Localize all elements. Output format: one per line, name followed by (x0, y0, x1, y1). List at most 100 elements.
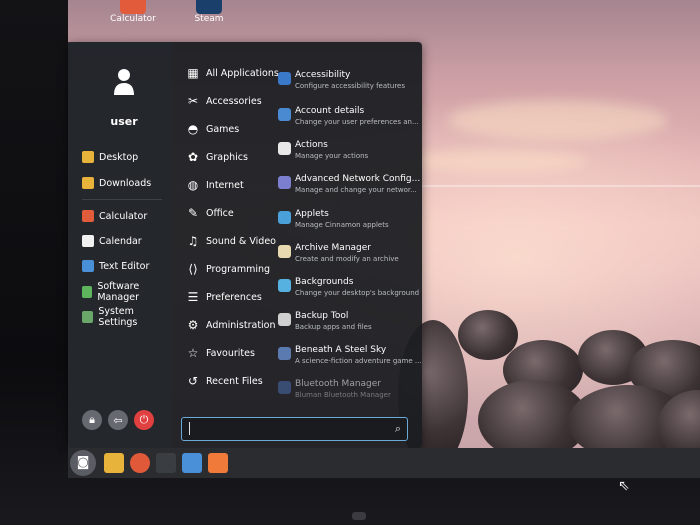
grid-icon: ▦ (187, 66, 199, 80)
applets-icon (278, 211, 291, 224)
logout-button[interactable]: ⇦ (108, 410, 128, 430)
category-label: Games (206, 123, 240, 135)
app-accessibility[interactable]: Accessibility Configure accessibility fea… (278, 70, 418, 98)
favorite-system-settings[interactable]: System Settings (82, 306, 172, 328)
steam-icon (196, 0, 222, 14)
app-description: Change your user preferences an... (295, 118, 419, 126)
category-label: Accessories (206, 95, 262, 107)
app-name: Archive Manager (295, 243, 371, 253)
code-icon: ⟨⟩ (188, 262, 198, 276)
category-label: Preferences (206, 291, 262, 303)
app-description: Configure accessibility features (295, 82, 405, 90)
app-bluetooth-manager[interactable]: Bluetooth Manager Bluman Bluetooth Manage… (278, 379, 418, 407)
app-backgrounds[interactable]: Backgrounds Change your desktop's backgro… (278, 277, 419, 305)
lock-button[interactable]: 🔒︎ (82, 410, 102, 430)
brave-launcher[interactable] (208, 453, 228, 473)
settings-icon (82, 311, 94, 323)
favorite-software-manager[interactable]: Software Manager (82, 281, 172, 303)
category-label: Office (206, 207, 234, 219)
category-preferences[interactable]: ☰ Preferences (186, 288, 262, 306)
favorite-label: System Settings (98, 306, 138, 328)
category-internet[interactable]: ◍ Internet (186, 176, 244, 194)
app-description: Backup apps and files (295, 323, 372, 331)
desktop-icon-label: Steam (194, 14, 224, 24)
app-account-details[interactable]: Account details Change your user preferen… (278, 106, 419, 134)
network-icon (278, 176, 291, 189)
media-icon: ♫ (187, 234, 199, 248)
app-description: Bluman Bluetooth Manager (295, 391, 391, 399)
app-actions[interactable]: Actions Manage your actions (278, 140, 418, 168)
globe-icon: ◍ (187, 178, 199, 192)
preferences-icon: ☰ (187, 290, 199, 304)
app-description: Manage your actions (295, 152, 369, 160)
app-beneath-a-steel-sky[interactable]: Beneath A Steel Sky A science-fiction adv… (278, 345, 422, 373)
favorite-calendar[interactable]: Calendar (82, 233, 142, 249)
place-downloads[interactable]: Downloads (82, 175, 151, 191)
favorite-calculator[interactable]: Calculator (82, 208, 147, 224)
category-recent-files[interactable]: ↺ Recent Files (186, 372, 263, 390)
favorite-label: Text Editor (99, 260, 150, 272)
taskbar: ◙ (68, 448, 700, 478)
app-backup-tool[interactable]: Backup Tool Backup apps and files (278, 311, 418, 339)
shutdown-button[interactable]: ⏻ (134, 410, 154, 430)
app-name: Accessibility (295, 70, 351, 80)
category-label: Sound & Video (206, 235, 276, 247)
desktop-icon-calculator[interactable]: Calculator (98, 0, 168, 24)
menu-sidebar: user Desktop Downloads Calculator Calend… (68, 42, 172, 448)
calendar-icon (82, 235, 94, 247)
text-editor-launcher[interactable] (182, 453, 202, 473)
place-desktop[interactable]: Desktop (82, 149, 138, 165)
wallpaper-cloud (448, 100, 668, 140)
power-icon: ⏻ (139, 413, 149, 426)
category-programming[interactable]: ⟨⟩ Programming (186, 260, 270, 278)
category-label: Graphics (206, 151, 248, 163)
app-description: Create and modify an archive (295, 255, 399, 263)
place-label: Desktop (99, 151, 139, 163)
category-games[interactable]: ◓ Games (186, 120, 239, 138)
hp-logo (352, 512, 366, 520)
app-name: Advanced Network Config... (295, 174, 421, 184)
favorite-label: Software Manager (97, 281, 140, 303)
app-applets[interactable]: Applets Manage Cinnamon applets (278, 209, 418, 237)
category-label: Internet (206, 179, 244, 191)
graphics-icon: ✿ (187, 150, 199, 164)
category-favourites[interactable]: ☆ Favourites (186, 344, 255, 362)
software-launcher[interactable] (130, 453, 150, 473)
app-description: A science-fiction adventure game ... (295, 357, 422, 365)
app-name: Bluetooth Manager (295, 379, 382, 389)
app-archive-manager[interactable]: Archive Manager Create and modify an arch… (278, 243, 418, 271)
gear-icon: ⚙ (187, 318, 199, 332)
gamepad-icon: ◓ (187, 122, 199, 136)
app-name: Account details (295, 106, 365, 116)
app-name: Beneath A Steel Sky (295, 345, 387, 355)
bluetooth-icon (278, 381, 291, 394)
menu-button[interactable]: ◙ (70, 450, 96, 476)
desktop-icon-label: Calculator (110, 14, 156, 24)
app-name: Actions (295, 140, 328, 150)
application-menu: user Desktop Downloads Calculator Calend… (68, 42, 422, 448)
desktop-icon-steam[interactable]: Steam (174, 0, 244, 24)
category-graphics[interactable]: ✿ Graphics (186, 148, 248, 166)
backup-icon (278, 313, 291, 326)
terminal-launcher[interactable] (156, 453, 176, 473)
files-launcher[interactable] (104, 453, 124, 473)
category-all-applications[interactable]: ▦ All Applications (186, 64, 279, 82)
favorite-label: Calendar (99, 235, 142, 247)
search-input[interactable]: ⌕ (181, 417, 408, 441)
backgrounds-icon (278, 279, 291, 292)
app-name: Applets (295, 209, 329, 219)
wallpaper-rocks (398, 300, 700, 468)
app-advanced-network[interactable]: Advanced Network Config... Manage and cha… (278, 174, 421, 202)
category-administration[interactable]: ⚙ Administration (186, 316, 276, 334)
category-sound-video[interactable]: ♫ Sound & Video (186, 232, 276, 250)
app-description: Manage Cinnamon applets (295, 221, 389, 229)
category-label: Favourites (206, 347, 255, 359)
wallpaper-cloud (408, 150, 588, 172)
user-name: user (110, 115, 138, 128)
favorite-text-editor[interactable]: Text Editor (82, 258, 149, 274)
office-icon: ✎ (187, 206, 199, 220)
actions-icon (278, 142, 291, 155)
category-office[interactable]: ✎ Office (186, 204, 234, 222)
category-accessories[interactable]: ✂ Accessories (186, 92, 262, 110)
app-name: Backgrounds (295, 277, 354, 287)
